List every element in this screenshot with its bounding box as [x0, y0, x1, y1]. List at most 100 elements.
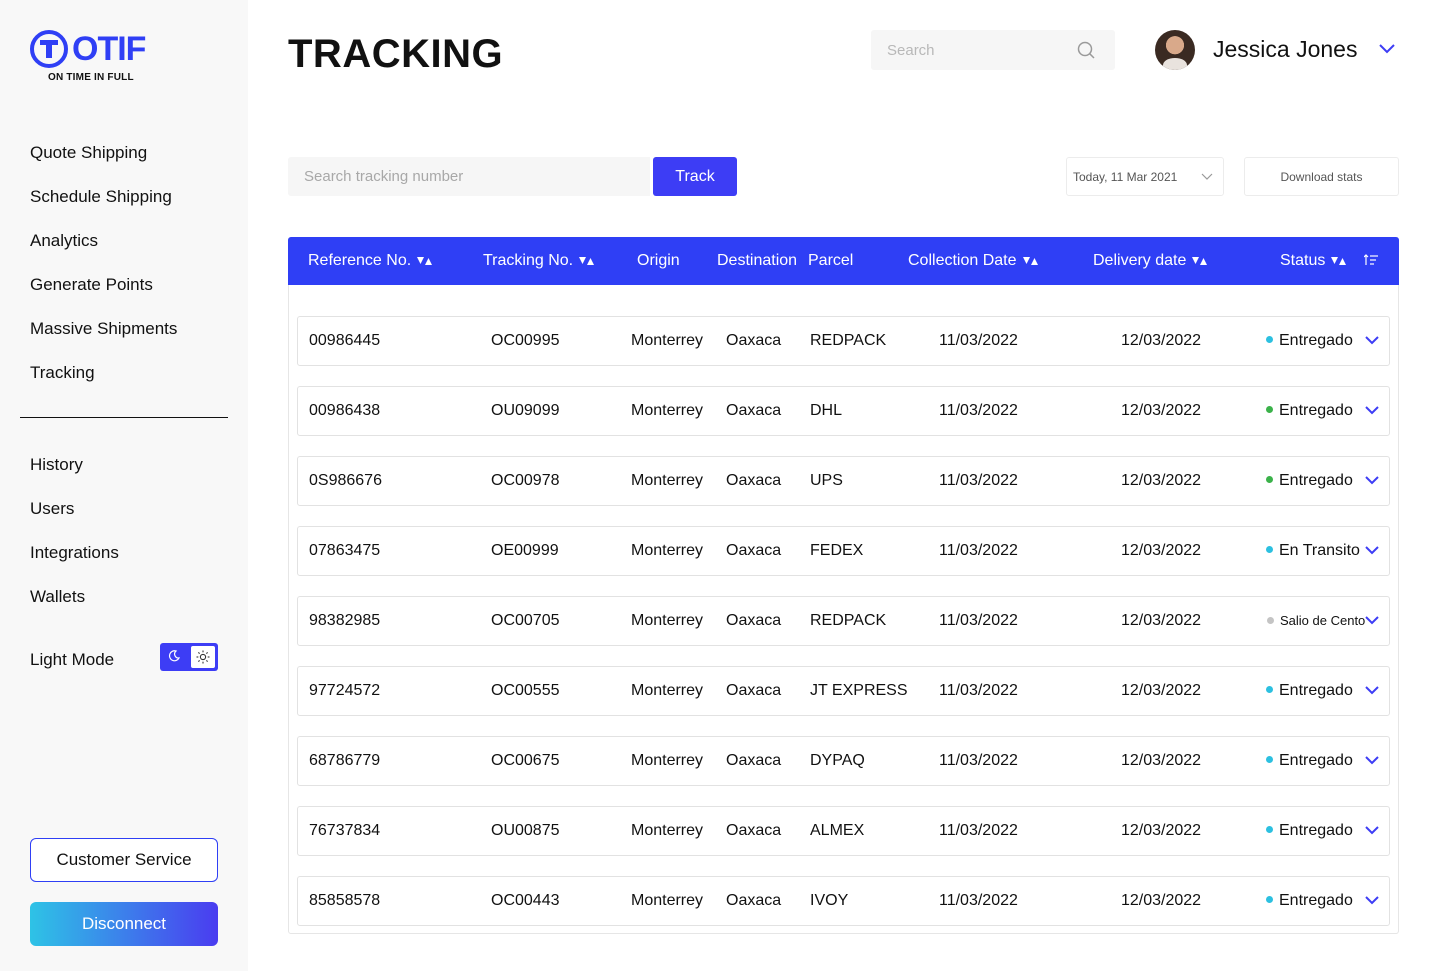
status-dot	[1266, 336, 1273, 344]
cell-delivery: 12/03/2022	[1121, 892, 1202, 909]
chevron-down-icon[interactable]	[1364, 335, 1380, 346]
sidebar-item-history[interactable]: History	[30, 443, 230, 487]
chevron-down-icon[interactable]	[1364, 755, 1380, 766]
cell-destination: Oaxaca	[726, 612, 782, 629]
user-name[interactable]: Jessica Jones	[1213, 36, 1357, 63]
cell-tracking: OE00999	[491, 542, 559, 559]
filter-icon[interactable]	[1364, 254, 1378, 266]
sidebar-item-massive-shipments[interactable]: Massive Shipments	[30, 307, 230, 351]
date-select[interactable]: Today, 11 Mar 2021	[1066, 157, 1224, 196]
cell-parcel: ALMEX	[810, 822, 865, 839]
sort-icon	[579, 256, 595, 265]
tracking-table: Reference No. Tracking No. Origin Destin…	[288, 237, 1399, 934]
chevron-down-icon[interactable]	[1364, 475, 1380, 486]
table-row[interactable]: 00986445 OC00995 Monterrey Oaxaca REDPACK 11/…	[297, 316, 1390, 366]
cell-destination: Oaxaca	[726, 752, 782, 769]
status-label: Entregado	[1279, 682, 1353, 699]
status-dot	[1266, 686, 1273, 694]
sidebar-item-users[interactable]: Users	[30, 487, 230, 531]
sidebar-item-analytics[interactable]: Analytics	[30, 219, 230, 263]
column-label: Origin	[637, 252, 680, 269]
column-header-destination[interactable]: Destination	[717, 237, 797, 285]
column-header-collection-date[interactable]: Collection Date	[908, 237, 1039, 285]
table-row[interactable]: 00986438 OU09099 Monterrey Oaxaca DHL 11/03/2…	[297, 386, 1390, 436]
chevron-down-icon[interactable]	[1378, 42, 1396, 56]
cell-parcel: UPS	[810, 472, 843, 489]
chevron-down-icon[interactable]	[1364, 615, 1380, 626]
disconnect-button[interactable]: Disconnect	[30, 902, 218, 946]
column-header-origin[interactable]: Origin	[637, 237, 680, 285]
table-row[interactable]: 85858578 OC00443 Monterrey Oaxaca IVOY 11/03/…	[297, 876, 1390, 926]
sidebar-item-integrations[interactable]: Integrations	[30, 531, 230, 575]
cell-delivery: 12/03/2022	[1121, 682, 1202, 699]
column-header-parcel[interactable]: Parcel	[808, 237, 853, 285]
track-button[interactable]: Track	[653, 157, 737, 196]
cell-destination: Oaxaca	[726, 892, 782, 909]
search-icon[interactable]	[1077, 41, 1095, 59]
column-label: Destination	[717, 252, 798, 269]
cell-reference: 00986445	[309, 332, 381, 349]
table-header: Reference No. Tracking No. Origin Destin…	[288, 237, 1399, 285]
table-row[interactable]: 97724572 OC00555 Monterrey Oaxaca JT EXPRESS…	[297, 666, 1390, 716]
cell-parcel: REDPACK	[810, 332, 887, 349]
table-row[interactable]: 68786779 OC00675 Monterrey Oaxaca DYPAQ 11/03…	[297, 736, 1390, 786]
cell-collection: 11/03/2022	[939, 402, 1018, 419]
tracking-number-input[interactable]	[288, 157, 650, 196]
download-stats-button[interactable]: Download stats	[1244, 157, 1399, 196]
column-header-status[interactable]: Status	[1280, 237, 1347, 285]
column-header-tracking[interactable]: Tracking No.	[483, 237, 595, 285]
sidebar-item-quote-shipping[interactable]: Quote Shipping	[30, 131, 230, 175]
status-badge: En Transito	[1266, 527, 1360, 575]
chevron-down-icon[interactable]	[1364, 685, 1380, 696]
logo-tagline: ON TIME IN FULL	[48, 72, 134, 83]
cell-origin: Monterrey	[631, 682, 704, 699]
status-label: Entregado	[1279, 332, 1353, 349]
cell-collection: 11/03/2022	[939, 542, 1018, 559]
status-label: Entregado	[1279, 402, 1353, 419]
status-badge: Entregado	[1266, 317, 1353, 365]
cell-tracking: OU00875	[491, 822, 560, 839]
chevron-down-icon[interactable]	[1364, 895, 1380, 906]
cell-collection: 11/03/2022	[939, 892, 1018, 909]
cell-delivery: 12/03/2022	[1121, 542, 1202, 559]
cell-destination: Oaxaca	[726, 682, 782, 699]
theme-toggle[interactable]	[160, 643, 218, 671]
sidebar-item-wallets[interactable]: Wallets	[30, 575, 230, 619]
cell-delivery: 12/03/2022	[1121, 472, 1202, 489]
cell-collection: 11/03/2022	[939, 332, 1018, 349]
status-dot	[1266, 896, 1273, 904]
otif-logo[interactable]: OTIF ON TIME IN FULL	[30, 30, 160, 86]
cell-tracking: OC00555	[491, 682, 560, 699]
chevron-down-icon[interactable]	[1364, 545, 1380, 556]
sidebar-item-tracking[interactable]: Tracking	[30, 351, 230, 395]
sidebar-item-generate-points[interactable]: Generate Points	[30, 263, 230, 307]
table-row[interactable]: 98382985 OC00705 Monterrey Oaxaca REDPACK 11/…	[297, 596, 1390, 646]
cell-tracking: OC00978	[491, 472, 560, 489]
cell-reference: 00986438	[309, 402, 381, 419]
column-header-delivery-date[interactable]: Delivery date	[1093, 237, 1208, 285]
status-dot	[1267, 617, 1274, 625]
status-label: Entregado	[1279, 752, 1353, 769]
cell-delivery: 12/03/2022	[1121, 402, 1202, 419]
chevron-down-icon[interactable]	[1364, 825, 1380, 836]
table-row[interactable]: 07863475 OE00999 Monterrey Oaxaca FEDEX 11/03…	[297, 526, 1390, 576]
table-row[interactable]: 76737834 OU00875 Monterrey Oaxaca ALMEX 11/03…	[297, 806, 1390, 856]
column-header-reference[interactable]: Reference No.	[308, 237, 433, 285]
sidebar-item-schedule-shipping[interactable]: Schedule Shipping	[30, 175, 230, 219]
sort-icon	[417, 256, 433, 265]
status-badge: Entregado	[1266, 807, 1353, 855]
global-search-input[interactable]	[871, 30, 1071, 70]
cell-reference: 85858578	[309, 892, 381, 909]
status-label: Entregado	[1279, 822, 1353, 839]
chevron-down-icon[interactable]	[1364, 405, 1380, 416]
customer-service-button[interactable]: Customer Service	[30, 838, 218, 882]
cell-tracking: OC00705	[491, 612, 560, 629]
table-row[interactable]: 0S986676 OC00978 Monterrey Oaxaca UPS 11/03/2…	[297, 456, 1390, 506]
sort-icon	[1022, 256, 1038, 265]
cell-destination: Oaxaca	[726, 822, 782, 839]
cell-origin: Monterrey	[631, 402, 704, 419]
status-badge: Entregado	[1266, 387, 1353, 435]
cell-reference: 68786779	[309, 752, 381, 769]
nav-divider	[20, 417, 228, 418]
user-avatar[interactable]	[1155, 30, 1195, 70]
